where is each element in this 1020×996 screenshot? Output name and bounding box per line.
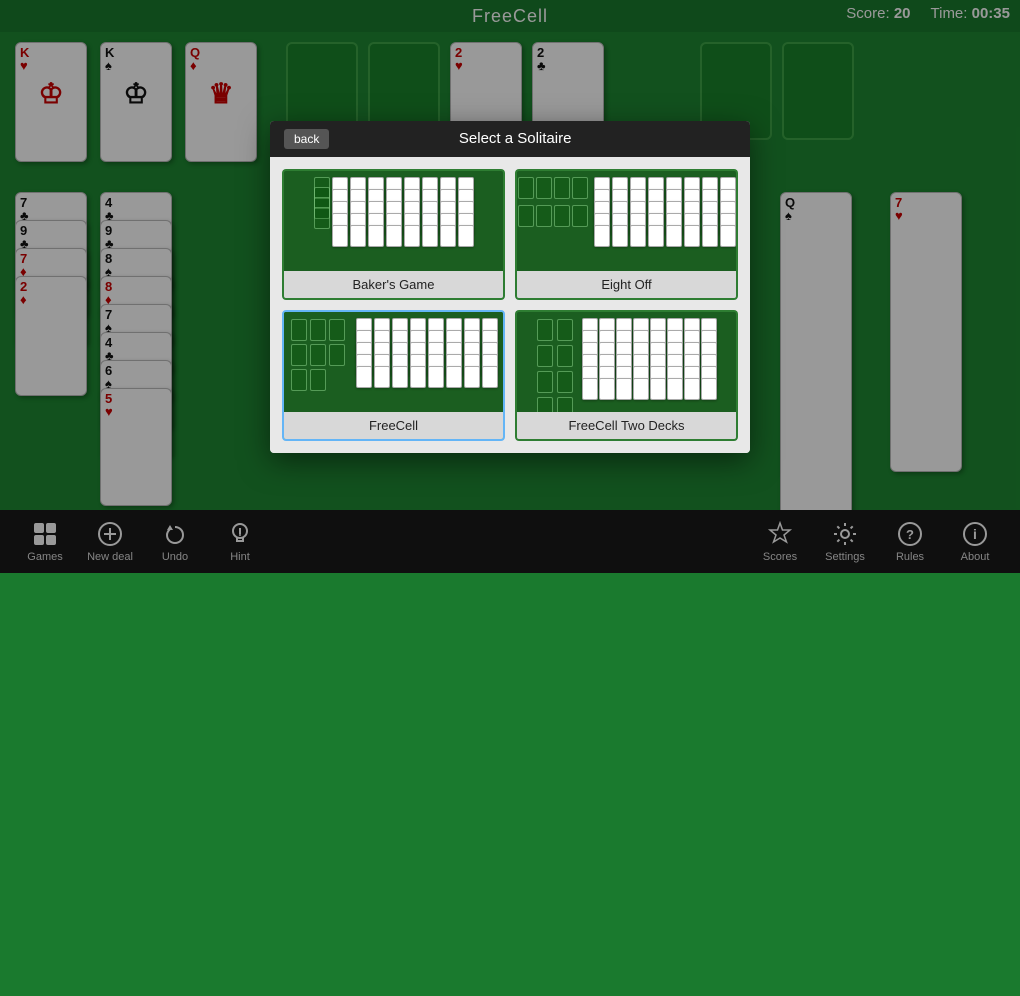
option-eight-off[interactable]: Eight Off	[515, 169, 738, 300]
freecell-preview	[284, 312, 503, 412]
freecell-two-decks-preview	[517, 312, 736, 412]
option-bakers-game[interactable]: Baker's Game	[282, 169, 505, 300]
option-freecell[interactable]: FreeCell	[282, 310, 505, 441]
eight-off-preview	[517, 171, 736, 271]
bakers-game-label: Baker's Game	[284, 271, 503, 298]
freecell-label: FreeCell	[284, 412, 503, 439]
modal-title: Select a Solitaire	[344, 130, 736, 147]
option-freecell-two-decks[interactable]: FreeCell Two Decks	[515, 310, 738, 441]
modal-body: Baker's Game	[270, 157, 750, 453]
freecell-two-decks-label: FreeCell Two Decks	[517, 412, 736, 439]
select-solitaire-modal: back Select a Solitaire	[270, 121, 750, 453]
modal-back-button[interactable]: back	[284, 129, 329, 149]
bakers-game-preview	[284, 171, 503, 271]
eight-off-label: Eight Off	[517, 271, 736, 298]
modal-header: back Select a Solitaire	[270, 121, 750, 157]
modal-overlay[interactable]: back Select a Solitaire	[0, 0, 1020, 573]
